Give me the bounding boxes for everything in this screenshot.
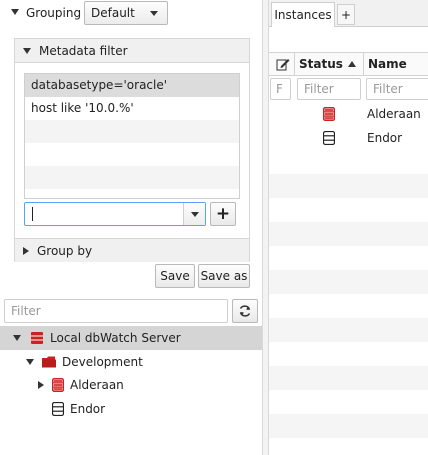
grouping-select-value: Default <box>91 6 135 20</box>
add-tab-button[interactable]: + <box>337 4 355 25</box>
refresh-icon <box>239 305 251 317</box>
expand-icon[interactable] <box>38 381 44 389</box>
right-pane: Instances + Status Name F Filter Filter <box>269 0 428 455</box>
filter-list: databasetype='oracle' host like '10.0.%' <box>24 73 240 199</box>
instance-name: Alderaan <box>367 107 421 121</box>
left-pane: Grouping Default Metadata filter databas… <box>0 0 262 455</box>
save-button[interactable]: Save <box>155 264 195 288</box>
chevron-down-icon <box>150 11 158 16</box>
empty-row <box>269 222 428 246</box>
tree-item-development[interactable]: Development <box>0 350 262 374</box>
save-as-button[interactable]: Save as <box>198 264 250 288</box>
grid-filter-row: F Filter Filter <box>269 76 428 102</box>
column-header-status[interactable]: Status <box>299 57 343 71</box>
add-filter-button[interactable]: + <box>210 202 236 226</box>
grouping-label: Grouping <box>26 6 82 20</box>
database-icon <box>323 131 335 145</box>
name-filter-input[interactable]: Filter <box>366 78 428 100</box>
column-header-name[interactable]: Name <box>368 57 407 71</box>
database-icon <box>52 378 64 392</box>
table-row[interactable]: Endor <box>269 126 428 150</box>
column-separator[interactable] <box>294 53 295 75</box>
tree-item-endor[interactable]: Endor <box>0 397 262 421</box>
expand-icon <box>23 246 29 255</box>
metadata-filter-header[interactable]: Metadata filter <box>15 39 249 63</box>
filter-item[interactable]: host like '10.0.%' <box>25 97 239 120</box>
column-separator[interactable] <box>363 53 364 75</box>
database-icon <box>52 402 64 416</box>
text-cursor <box>32 207 33 221</box>
filter-input-combo[interactable] <box>24 202 206 226</box>
chevron-down-icon <box>190 211 199 217</box>
tree-item-label: Development <box>62 355 143 369</box>
empty-row <box>269 318 428 342</box>
filter-item[interactable]: databasetype='oracle' <box>25 74 239 97</box>
instance-name: Endor <box>367 131 403 145</box>
database-icon <box>323 107 335 121</box>
edit-icon[interactable] <box>276 57 290 71</box>
tree-filter-input[interactable]: Filter <box>4 299 228 323</box>
empty-row <box>269 270 428 294</box>
tab-bar: Instances + <box>269 0 428 27</box>
group-by-title: Group by <box>37 243 93 258</box>
group-by-header[interactable]: Group by <box>15 238 249 262</box>
filter-empty-row <box>25 166 239 189</box>
tab-instances[interactable]: Instances <box>271 2 335 27</box>
tree-item-label: Local dbWatch Server <box>50 331 181 345</box>
grouping-select[interactable]: Default <box>84 1 168 25</box>
grouping-collapse-icon[interactable] <box>11 9 19 15</box>
first-column-filter[interactable]: F <box>270 78 291 100</box>
collapse-icon <box>23 47 31 54</box>
status-filter-input[interactable]: Filter <box>297 78 361 100</box>
collapse-icon[interactable] <box>13 335 21 341</box>
tree-item-alderaan[interactable]: Alderaan <box>0 373 262 397</box>
split-pane-divider[interactable] <box>262 0 269 455</box>
filter-dropdown-button[interactable] <box>183 203 205 225</box>
empty-row <box>269 174 428 198</box>
server-stack-icon <box>31 332 43 344</box>
refresh-button[interactable] <box>232 299 258 323</box>
tree-item-label: Endor <box>70 402 106 416</box>
collapse-icon[interactable] <box>26 359 34 365</box>
metadata-filter-title: Metadata filter <box>39 43 128 58</box>
server-tree: Local dbWatch Server Development Alderaa… <box>0 326 262 455</box>
tree-item-local-server[interactable]: Local dbWatch Server <box>0 326 262 350</box>
grouping-bar: Grouping Default <box>0 0 262 30</box>
sort-ascending-icon[interactable] <box>348 61 356 67</box>
folder-icon <box>42 356 56 368</box>
filter-empty-row <box>25 143 239 166</box>
empty-row <box>269 366 428 390</box>
tree-item-label: Alderaan <box>70 378 124 392</box>
empty-row <box>269 414 428 438</box>
table-row[interactable]: Alderaan <box>269 102 428 126</box>
filter-empty-row <box>25 189 239 198</box>
metadata-filter-panel: Metadata filter databasetype='oracle' ho… <box>14 38 250 262</box>
filter-empty-row <box>25 120 239 143</box>
grid-header: Status Name <box>269 52 428 76</box>
